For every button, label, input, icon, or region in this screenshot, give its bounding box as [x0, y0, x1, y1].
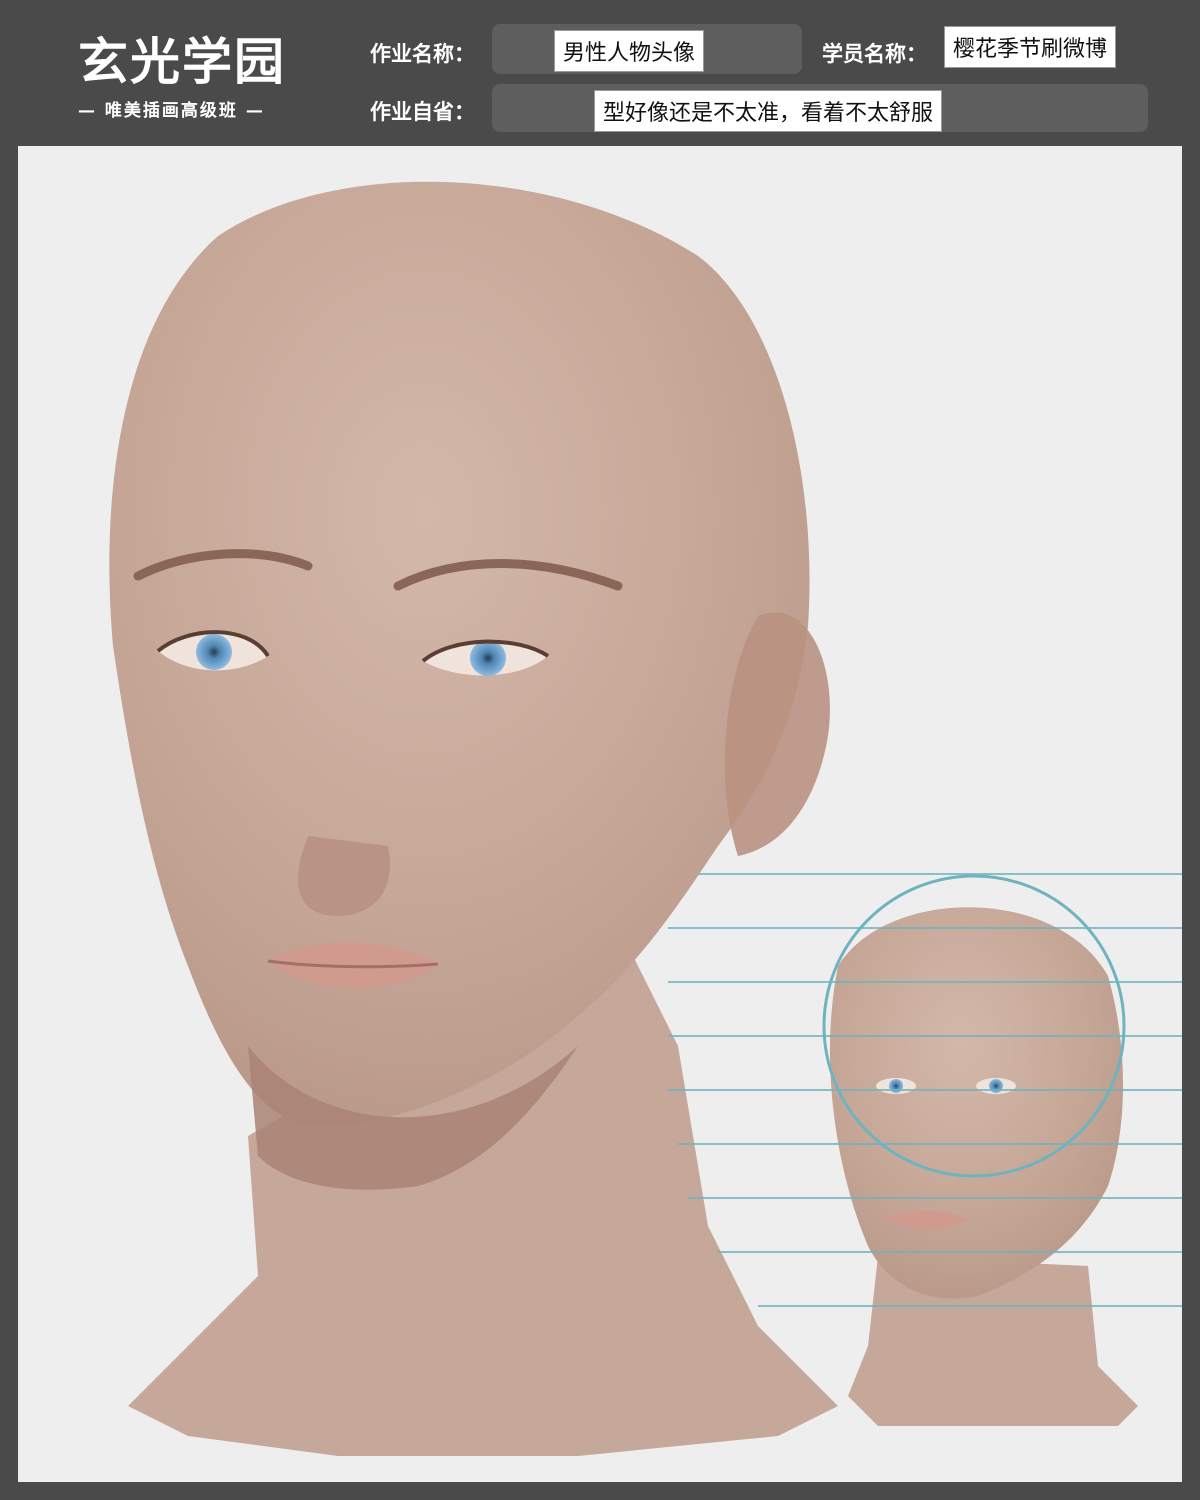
artwork-svg: [109, 181, 1182, 1456]
ref-head: [829, 907, 1123, 1299]
self-review-value[interactable]: 型好像还是不太准，看着不太舒服: [594, 90, 943, 132]
assignment-name-value[interactable]: 男性人物头像: [554, 30, 705, 72]
self-review-label: 作业自省：: [370, 100, 475, 124]
artwork-canvas: [18, 146, 1182, 1482]
brand-subtitle: — 唯美插画高级班 —: [78, 101, 265, 121]
assignment-header: 玄光学园 — 唯美插画高级班 — 作业名称： 男性人物头像 学员名称： 樱花季节…: [0, 0, 1200, 145]
student-name-value[interactable]: 樱花季节刷微博: [944, 26, 1117, 68]
brand-title: 玄光学园: [78, 33, 286, 91]
student-name-label: 学员名称：: [822, 42, 927, 66]
main-portrait: [109, 181, 838, 1456]
assignment-name-label: 作业名称：: [370, 42, 475, 66]
